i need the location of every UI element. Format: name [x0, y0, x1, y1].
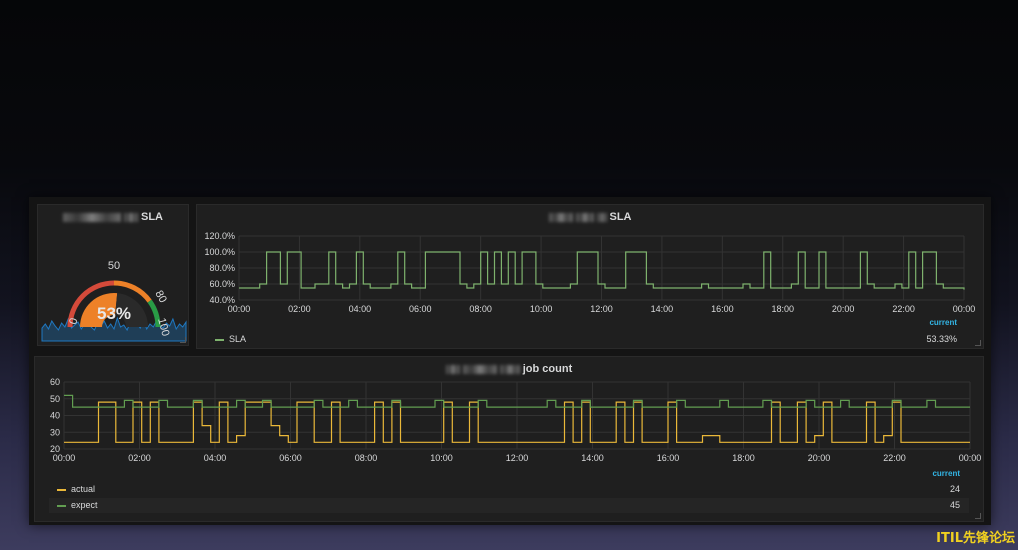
sla-xtick-label: 14:00 — [651, 304, 674, 314]
job-xtick-label: 18:00 — [732, 453, 755, 463]
gauge-value: 53% — [97, 304, 131, 323]
sla-xtick-label: 08:00 — [469, 304, 492, 314]
job-xtick-label: 06:00 — [279, 453, 302, 463]
job-xtick-label: 12:00 — [506, 453, 529, 463]
sla-ytick-label: 120.0% — [204, 231, 235, 241]
legend-item-sla[interactable]: SLA — [215, 334, 246, 344]
gauge-tick-80: 80 — [152, 289, 169, 306]
job-xtick-label: 00:00 — [959, 453, 982, 463]
sla-xtick-label: 10:00 — [530, 304, 553, 314]
gauge-chart: 53% 0 50 80 100 — [41, 260, 187, 342]
sla-xtick-label: 00:00 — [228, 304, 251, 314]
dashboard: SLA 53% 0 50 80 100 SLA 120.0% 100.0% 80.0… — [29, 197, 991, 525]
job-panel-title[interactable]: job count — [35, 363, 983, 375]
sla-xtick-label: 02:00 — [288, 304, 311, 314]
job-xtick-label: 04:00 — [204, 453, 227, 463]
job-xtick-label: 00:00 — [53, 453, 76, 463]
job-xtick-label: 10:00 — [430, 453, 453, 463]
legend-current-actual: 24 — [949, 484, 960, 494]
job-count-panel[interactable]: job count 60 50 40 30 20 00:00 02:00 04:00 06:00… — [34, 356, 984, 522]
sla-ytick-label: 100.0% — [204, 247, 235, 257]
legend-swatch — [57, 504, 66, 507]
job-xtick-label: 16:00 — [657, 453, 680, 463]
sla-xtick-label: 16:00 — [711, 304, 734, 314]
job-xtick-label: 22:00 — [883, 453, 906, 463]
legend-item-actual[interactable]: actual — [57, 484, 981, 498]
job-xtick-label: 02:00 — [128, 453, 151, 463]
sla-xtick-label: 22:00 — [892, 304, 915, 314]
resize-handle[interactable] — [975, 513, 981, 519]
legend-swatch — [57, 488, 66, 491]
job-ytick-label: 60 — [50, 377, 60, 387]
watermark: ITIL先锋论坛 — [936, 531, 1015, 546]
job-ytick-label: 40 — [50, 411, 60, 421]
legend-item-expect[interactable]: expect — [57, 500, 98, 510]
job-xtick-label: 08:00 — [355, 453, 378, 463]
gauge-tick-50: 50 — [108, 260, 120, 272]
sla-xtick-label: 20:00 — [832, 304, 855, 314]
sla-xtick-label: 00:00 — [953, 304, 976, 314]
legend-current-expect: 45 — [949, 500, 960, 510]
current-header[interactable]: current — [929, 318, 957, 327]
job-xtick-label: 14:00 — [581, 453, 604, 463]
current-header[interactable]: current — [932, 469, 960, 478]
sla-chart: 120.0%100.0%80.0%60.0%40.0%00:00 02:00 04:… — [204, 231, 976, 314]
job-xtick-label: 20:00 — [808, 453, 831, 463]
sla-panel[interactable]: SLA 120.0% 100.0% 80.0% 60.0% 40.0% 00:00 02:0… — [196, 204, 984, 349]
sla-xtick-label: 06:00 — [409, 304, 432, 314]
job-ytick-label: 30 — [50, 427, 60, 437]
legend-row-stripe — [49, 498, 969, 513]
sla-ytick-label: 80.0% — [209, 263, 235, 273]
resize-handle[interactable] — [975, 340, 981, 346]
sla-xtick-label: 18:00 — [771, 304, 794, 314]
sla-panel-title[interactable]: SLA — [197, 211, 983, 223]
legend-current-sla: 53.33% — [926, 334, 957, 344]
gauge-panel[interactable]: SLA 53% 0 50 80 100 — [37, 204, 189, 346]
resize-handle[interactable] — [180, 337, 186, 343]
sla-xtick-label: 12:00 — [590, 304, 613, 314]
job-ytick-label: 50 — [50, 394, 60, 404]
legend-swatch — [215, 338, 224, 341]
sla-ytick-label: 60.0% — [209, 279, 235, 289]
job-count-chart: 605040302000:00 02:00 04:00 06:00 08:00 10:00… — [50, 377, 982, 463]
sla-xtick-label: 04:00 — [349, 304, 372, 314]
